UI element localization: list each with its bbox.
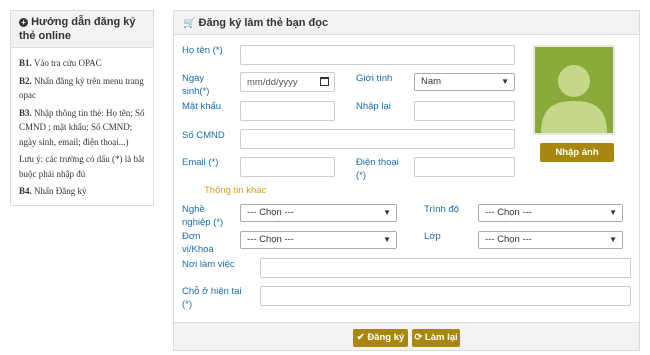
refresh-icon: ⟳ xyxy=(414,332,423,343)
job-value: --- Chọn --- xyxy=(247,207,294,218)
instructions-panel: + Hướng dẫn đăng ký thẻ online B1. Vào t… xyxy=(10,10,154,206)
cmnd-input[interactable] xyxy=(240,129,515,149)
submit-button[interactable]: ✔ Đăng ký xyxy=(353,329,408,347)
cmnd-label: Số CMND xyxy=(182,130,225,141)
fullname-input[interactable] xyxy=(240,45,515,65)
email-label: Email (*) xyxy=(182,157,219,168)
step-1: B1. Vào tra cứu OPAC xyxy=(19,58,102,68)
repassword-label: Nhập lại xyxy=(356,101,391,112)
phone-input[interactable] xyxy=(414,157,515,177)
level-select[interactable]: --- Chọn --- ▼ xyxy=(478,204,623,222)
address-input[interactable] xyxy=(260,286,631,306)
upload-photo-button[interactable]: Nhập ảnh xyxy=(540,143,614,162)
cart-icon: 🛒 xyxy=(183,18,196,29)
gender-label: Giới tính xyxy=(356,73,393,84)
job-select[interactable]: --- Chọn --- ▼ xyxy=(240,204,397,222)
calendar-icon[interactable] xyxy=(320,77,329,86)
unit-select[interactable]: --- Chọn --- ▼ xyxy=(240,231,397,249)
repassword-input[interactable] xyxy=(414,101,515,121)
instructions-body: B1. Vào tra cứu OPAC B2. Nhấn đăng ký tr… xyxy=(19,56,149,202)
unit-label: Đơn vị/Khoa xyxy=(182,231,214,255)
class-value: --- Chọn --- xyxy=(485,234,532,245)
chevron-down-icon: ▼ xyxy=(609,208,617,217)
instructions-title: Hướng dẫn đăng ký thẻ online xyxy=(19,16,136,42)
step-note: Lưu ý: các trường có dấu (*) là bắt buộc… xyxy=(19,154,145,179)
dob-input[interactable]: mm/dd/yyyy xyxy=(240,72,335,92)
level-label: Trình độ xyxy=(424,204,460,215)
gender-value: Nam xyxy=(421,76,442,87)
registration-header: 🛒 Đăng ký làm thẻ bạn đọc xyxy=(174,11,639,35)
avatar-placeholder xyxy=(533,45,615,135)
reset-button[interactable]: ⟳ Làm lại xyxy=(412,329,460,347)
unit-value: --- Chọn --- xyxy=(247,234,294,245)
class-select[interactable]: --- Chọn --- ▼ xyxy=(478,231,623,249)
password-input[interactable] xyxy=(240,101,335,121)
dob-placeholder: mm/dd/yyyy xyxy=(247,77,298,88)
step-3: B3. Nhập thông tin thẻ: Họ tên; Số CMND … xyxy=(19,107,145,147)
job-label: Nghề nghiệp (*) xyxy=(182,204,224,228)
chevron-down-icon: ▼ xyxy=(383,208,391,217)
password-label: Mật khẩu xyxy=(182,101,222,112)
level-value: --- Chọn --- xyxy=(485,207,532,218)
workplace-input[interactable] xyxy=(260,258,631,278)
address-label: Chỗ ở hiện tại (*) xyxy=(182,286,242,310)
check-icon: ✔ xyxy=(356,332,365,343)
registration-title: Đăng ký làm thẻ bạn đọc xyxy=(198,17,329,29)
class-label: Lớp xyxy=(424,231,441,242)
email-input[interactable] xyxy=(240,157,335,177)
workplace-label: Nơi làm việc xyxy=(182,259,235,270)
plus-circle-icon: + xyxy=(19,18,28,27)
submit-label: Đăng ký xyxy=(367,332,405,343)
step-2: B2. Nhấn đăng ký trên menu trang opac xyxy=(19,75,144,101)
fullname-label: Họ tên (*) xyxy=(182,45,223,56)
other-info-heading: Thông tin khác xyxy=(204,185,267,196)
instructions-header: + Hướng dẫn đăng ký thẻ online xyxy=(11,11,153,48)
reset-label: Làm lại xyxy=(424,332,458,343)
chevron-down-icon: ▼ xyxy=(501,77,509,86)
phone-label: Điện thoại (*) xyxy=(356,157,399,181)
step-4: B4. Nhấn Đăng ký xyxy=(19,186,87,196)
chevron-down-icon: ▼ xyxy=(609,235,617,244)
gender-select[interactable]: Nam ▼ xyxy=(414,73,515,91)
dob-label: Ngày sinh(*) xyxy=(182,73,210,97)
registration-panel: 🛒 Đăng ký làm thẻ bạn đọc Họ tên (*) Ngà… xyxy=(173,10,640,351)
form-footer: ✔ Đăng ký ⟳ Làm lại xyxy=(174,322,639,350)
user-silhouette-icon xyxy=(541,65,607,133)
chevron-down-icon: ▼ xyxy=(383,235,391,244)
